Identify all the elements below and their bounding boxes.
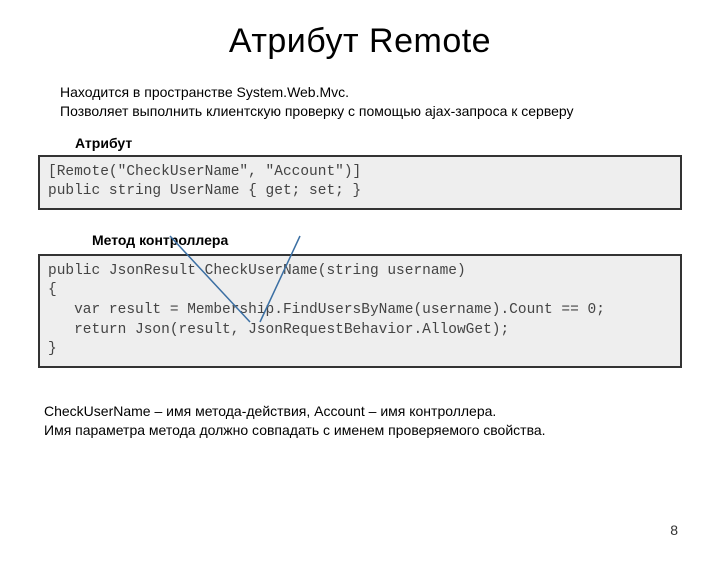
code-controller-box: public JsonResult CheckUserName(string u… bbox=[38, 254, 682, 368]
intro-text: Находится в пространстве System.Web.Mvc.… bbox=[60, 83, 680, 121]
controller-label: Метод контроллера bbox=[92, 232, 720, 248]
notes-line-1: CheckUserName – имя метода-действия, Acc… bbox=[44, 402, 680, 422]
slide-title: Атрибут Remote bbox=[0, 22, 720, 61]
intro-line-2: Позволяет выполнить клиентскую проверку … bbox=[60, 102, 680, 121]
notes-line-2: Имя параметра метода должно совпадать с … bbox=[44, 421, 680, 441]
code-attribute-box: [Remote("CheckUserName", "Account")] pub… bbox=[38, 155, 682, 210]
intro-line-1: Находится в пространстве System.Web.Mvc. bbox=[60, 83, 680, 102]
page-number: 8 bbox=[670, 522, 678, 538]
notes-text: CheckUserName – имя метода-действия, Acc… bbox=[44, 402, 680, 441]
attribute-label: Атрибут bbox=[75, 135, 720, 151]
